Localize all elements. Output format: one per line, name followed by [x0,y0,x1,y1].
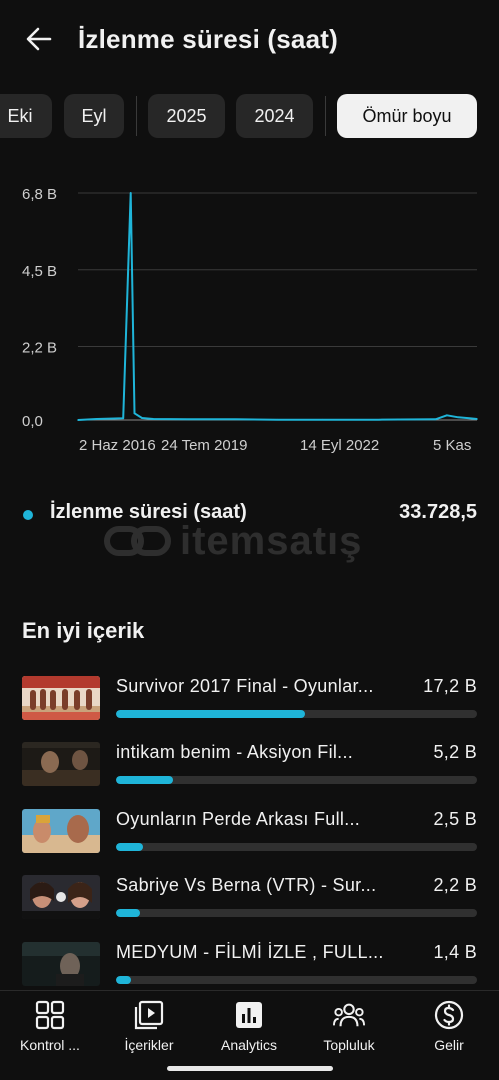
page-title: İzlenme süresi (saat) [78,24,338,54]
y-tick-label: 2,2 B [22,340,57,357]
content-row[interactable]: intikam benim - Aksiyon Fil... 5,2 B [0,734,499,794]
arrow-left-icon [26,27,52,51]
y-tick-label: 4,5 B [22,263,57,280]
nav-item-community[interactable]: Topluluk [299,999,399,1055]
analytics-icon [233,999,265,1031]
data-point [235,418,237,421]
nav-item-content[interactable]: İçerikler [99,999,199,1055]
chip-label: Eyl [81,105,107,126]
home-indicator [167,1066,333,1071]
nav-item-analytics[interactable]: Analytics [199,999,299,1055]
data-point [434,418,437,421]
content-row[interactable]: MEDYUM - FİLMİ İZLE , FULL... 1,4 B [0,934,499,994]
content-bar-fill [116,909,141,917]
chip-divider [136,96,137,136]
content-title: Survivor 2017 Final - Oyunlar... [116,676,374,696]
content-bar-track [116,843,477,851]
data-point [141,417,143,419]
content-bar-track [116,909,477,917]
data-point [129,192,132,194]
content-title: intikam benim - Aksiyon Fil... [116,742,354,762]
x-tick-label: 24 Tem 2019 [161,437,247,454]
chip-2025[interactable]: 2025 [148,94,225,138]
data-point [476,418,478,420]
chip-label: Eki [7,105,33,126]
chart-svg: 6,8 B 4,5 B 2,2 B 0,0 2 Haz 2016 24 Tem 2019 1… [22,186,478,454]
legend-total-value: 33.728,5 [399,501,477,523]
data-point [457,416,460,419]
content-icon [133,999,165,1031]
nav-label: Analytics [220,1037,278,1053]
chip-2024[interactable]: 2024 [236,94,313,138]
content-bar-fill [116,710,305,718]
back-button[interactable] [22,22,56,56]
data-point [77,419,79,421]
content-value: 1,4 B [433,942,477,962]
content-title: Oyunların Perde Arkası Full... [116,809,361,829]
medyum-thumbnail [22,942,100,986]
content-value: 5,2 B [433,742,477,762]
nav-item-earn[interactable]: Gelir [399,999,499,1055]
x-tick-label: 14 Eyl 2022 [300,437,379,454]
x-tick-label: 2 Haz 2016 [79,437,156,454]
content-value: 2,2 B [433,875,477,895]
data-point [321,418,324,421]
x-tick-label: 5 Kas [433,437,471,454]
legend-dot [23,510,33,520]
data-point [468,417,471,420]
chip-eki[interactable]: Eki [0,94,52,138]
survivor-final-thumbnail [22,676,100,720]
chip-label: 2025 [166,105,207,126]
content-bar-fill [116,776,174,784]
content-bar-fill [116,976,132,984]
content-bar-track [116,976,477,984]
data-point [133,412,136,415]
content-bar-fill [116,843,144,851]
earn-icon [433,999,465,1031]
series-line [77,192,478,421]
nav-label: Kontrol ... [20,1037,80,1053]
watermark: itemsatış [104,517,404,565]
intikam-benim-thumbnail [22,742,100,786]
perde-arkasi-thumbnail [22,809,100,853]
content-row[interactable]: Sabriye Vs Berna (VTR) - Sur... 2,2 B [0,867,499,927]
content-row[interactable]: Oyunların Perde Arkası Full... 2,5 B [0,801,499,861]
chip-divider [325,96,326,136]
content-value: 17,2 B [423,676,477,696]
y-tick-label: 0,0 [22,413,43,430]
data-point [152,418,155,420]
watch-time-chart: 6,8 B 4,5 B 2,2 B 0,0 2 Haz 2016 24 Tem 2019 1… [0,170,499,470]
data-point [446,414,448,417]
chip-label: 2024 [254,105,295,126]
y-tick-label: 6,8 B [22,186,57,203]
chip-omur-boyu[interactable]: Ömür boyu [337,94,477,138]
content-bar-track [116,710,477,718]
watermark-text: itemsatış [180,518,363,563]
dashboard-icon [34,999,66,1031]
data-point [276,418,279,421]
watermark-logo-icon [104,526,171,556]
data-point [378,418,380,421]
content-title: Sabriye Vs Berna (VTR) - Sur... [116,875,377,895]
data-point [96,418,98,420]
content-row[interactable]: Survivor 2017 Final - Oyunlar... 17,2 B [0,668,499,728]
content-title: MEDYUM - FİLMİ İZLE , FULL... [116,942,384,962]
chip-eyl[interactable]: Eyl [64,94,124,138]
nav-label: İçerikler [124,1037,174,1053]
community-icon [333,999,365,1031]
content-bar-track [116,776,477,784]
sabriye-berna-thumbnail [22,875,100,919]
content-value: 2,5 B [433,809,477,829]
section-title: En iyi içerik [22,618,145,643]
app-header: İzlenme süresi (saat) [0,0,499,78]
nav-label: Topluluk [323,1037,375,1053]
data-point [122,417,124,420]
nav-item-dashboard[interactable]: Kontrol ... [0,999,100,1055]
chip-label: Ömür boyu [362,105,452,126]
nav-label: Gelir [434,1037,464,1053]
period-filter-chips: Eki Eyl 2025 2024 Ömür boyu [0,94,499,138]
data-point [186,418,188,421]
